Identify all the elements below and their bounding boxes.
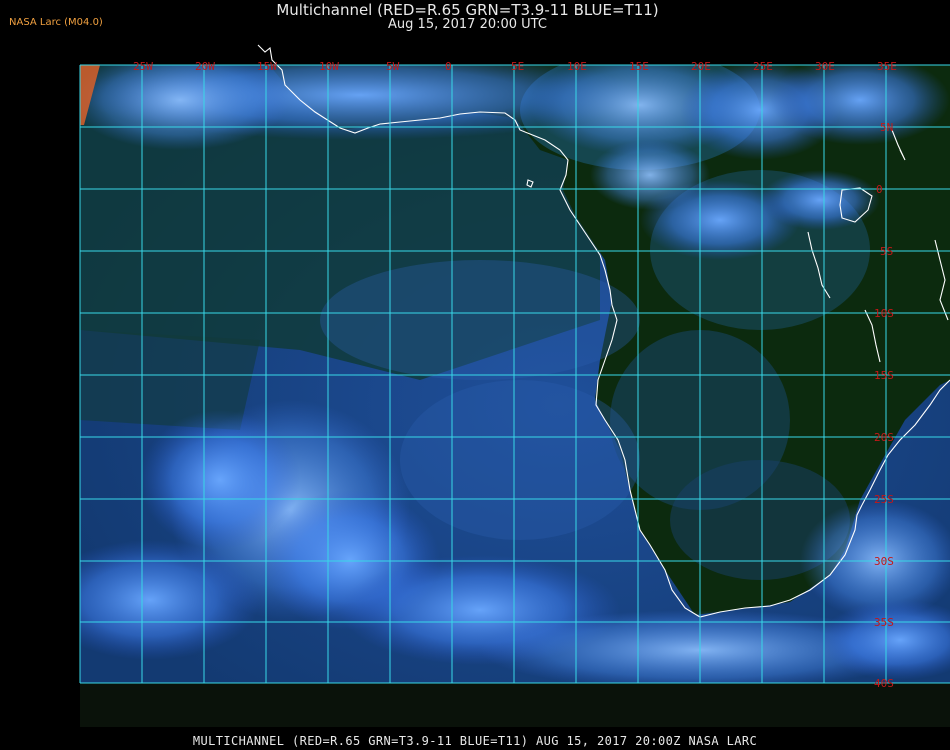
lat-label-0: 0: [876, 183, 883, 196]
lon-label-0: 0: [445, 60, 452, 73]
no-data-strip: [80, 683, 950, 727]
lat-label-15s: 15S: [874, 369, 894, 382]
lon-label-15e: 15E: [629, 60, 649, 73]
lat-label-30s: 30S: [874, 555, 894, 568]
lon-label-5e: 5E: [511, 60, 524, 73]
lon-label-10e: 10E: [567, 60, 587, 73]
lat-label-10s: 10S: [874, 307, 894, 320]
lon-label-25e: 25E: [753, 60, 773, 73]
lat-label-35s: 35S: [874, 616, 894, 629]
lat-label-5s: 5S: [880, 245, 893, 258]
lon-label-20e: 20E: [691, 60, 711, 73]
lat-label-40s: 40S: [874, 677, 894, 690]
lon-label-15w: 15W: [257, 60, 277, 73]
lat-label-25s: 25S: [874, 493, 894, 506]
lon-label-30e: 30E: [815, 60, 835, 73]
lon-label-10w: 10W: [319, 60, 339, 73]
lon-label-35e: 35E: [877, 60, 897, 73]
lon-label-5w: 5W: [386, 60, 400, 73]
lon-label-20w: 20W: [195, 60, 215, 73]
lat-label-5n: 5N: [880, 121, 893, 134]
lat-label-20s: 20S: [874, 431, 894, 444]
image-area: [80, 65, 950, 683]
satellite-map: 25W 20W 15W 10W 5W 0 5E 10E 15E 20E 25E …: [79, 44, 950, 727]
lon-label-25w: 25W: [133, 60, 153, 73]
footer-caption: MULTICHANNEL (RED=R.65 GRN=T3.9-11 BLUE=…: [192, 734, 758, 748]
